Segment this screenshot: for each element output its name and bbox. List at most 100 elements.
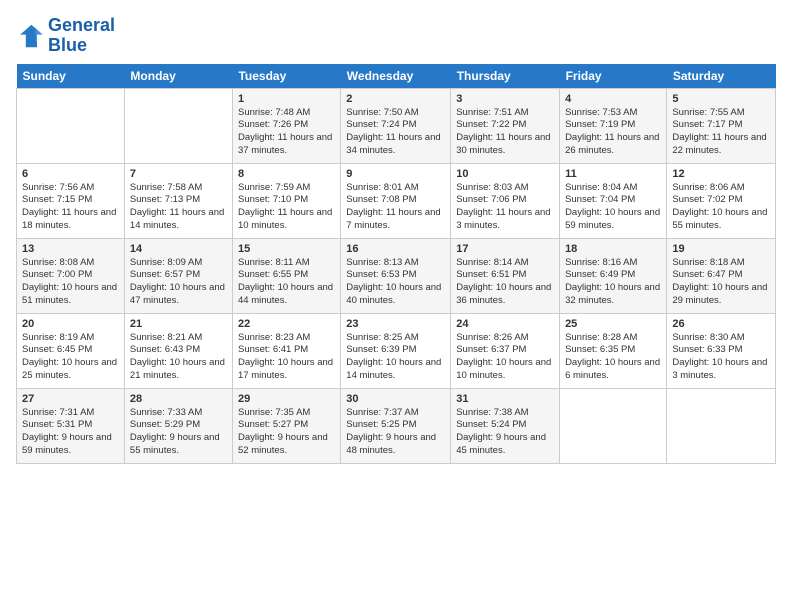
calendar-cell: 22 Sunrise: 8:23 AM Sunset: 6:41 PM Dayli… [232, 313, 340, 388]
calendar-cell: 7Sunrise: 7:58 AM Sunset: 7:13 PM Daylig… [124, 163, 232, 238]
calendar-cell: 20 Sunrise: 8:19 AM Sunset: 6:45 PM Dayli… [17, 313, 125, 388]
day-number: 30 [346, 393, 445, 405]
calendar-cell: 15 Sunrise: 8:11 AM Sunset: 6:55 PM Dayli… [232, 238, 340, 313]
calendar-cell: 23 Sunrise: 8:25 AM Sunset: 6:39 PM Dayli… [341, 313, 451, 388]
day-info: Sunrise: 7:48 AM Sunset: 7:26 PM Dayligh… [238, 107, 335, 158]
day-info: Sunrise: 8:14 AM Sunset: 6:51 PM Dayligh… [456, 257, 554, 308]
calendar-cell [124, 88, 232, 163]
calendar-table: SundayMondayTuesdayWednesdayThursdayFrid… [16, 64, 776, 464]
day-info: Sunrise: 8:19 AM Sunset: 6:45 PM Dayligh… [22, 332, 119, 383]
calendar-cell: 26 Sunrise: 8:30 AM Sunset: 6:33 PM Dayli… [667, 313, 776, 388]
day-info: Sunrise: 7:56 AM Sunset: 7:15 PM Dayligh… [22, 182, 119, 233]
day-number: 11 [565, 168, 661, 180]
calendar-cell: 11 Sunrise: 8:04 AM Sunset: 7:04 PM Dayli… [560, 163, 667, 238]
day-info: Sunrise: 8:03 AM Sunset: 7:06 PM Dayligh… [456, 182, 554, 233]
logo-icon [16, 22, 44, 50]
week-row-4: 20 Sunrise: 8:19 AM Sunset: 6:45 PM Dayli… [17, 313, 776, 388]
day-number: 15 [238, 243, 335, 255]
logo: General Blue [16, 16, 115, 56]
day-info: Sunrise: 8:11 AM Sunset: 6:55 PM Dayligh… [238, 257, 335, 308]
day-info: Sunrise: 7:53 AM Sunset: 7:19 PM Dayligh… [565, 107, 661, 158]
calendar-cell: 6 Sunrise: 7:56 AM Sunset: 7:15 PM Daylig… [17, 163, 125, 238]
calendar-cell: 10 Sunrise: 8:03 AM Sunset: 7:06 PM Dayli… [451, 163, 560, 238]
day-number: 18 [565, 243, 661, 255]
day-info: Sunrise: 8:28 AM Sunset: 6:35 PM Dayligh… [565, 332, 661, 383]
day-number: 25 [565, 318, 661, 330]
calendar-cell: 2Sunrise: 7:50 AM Sunset: 7:24 PM Daylig… [341, 88, 451, 163]
day-info: Sunrise: 7:58 AM Sunset: 7:13 PM Dayligh… [130, 182, 227, 233]
day-info: Sunrise: 7:50 AM Sunset: 7:24 PM Dayligh… [346, 107, 445, 158]
calendar-cell [667, 388, 776, 463]
day-number: 9 [346, 168, 445, 180]
day-info: Sunrise: 8:16 AM Sunset: 6:49 PM Dayligh… [565, 257, 661, 308]
calendar-cell: 3 Sunrise: 7:51 AM Sunset: 7:22 PM Daylig… [451, 88, 560, 163]
day-number: 29 [238, 393, 335, 405]
day-number: 28 [130, 393, 227, 405]
day-info: Sunrise: 8:06 AM Sunset: 7:02 PM Dayligh… [672, 182, 770, 233]
calendar-cell: 16 Sunrise: 8:13 AM Sunset: 6:53 PM Dayli… [341, 238, 451, 313]
day-number: 6 [22, 168, 119, 180]
day-info: Sunrise: 8:09 AM Sunset: 6:57 PM Dayligh… [130, 257, 227, 308]
week-row-2: 6 Sunrise: 7:56 AM Sunset: 7:15 PM Daylig… [17, 163, 776, 238]
day-info: Sunrise: 8:25 AM Sunset: 6:39 PM Dayligh… [346, 332, 445, 383]
day-info: Sunrise: 8:04 AM Sunset: 7:04 PM Dayligh… [565, 182, 661, 233]
day-header-sunday: Sunday [17, 64, 125, 89]
page-header: General Blue [16, 16, 776, 56]
day-number: 13 [22, 243, 119, 255]
day-header-wednesday: Wednesday [341, 64, 451, 89]
day-info: Sunrise: 7:51 AM Sunset: 7:22 PM Dayligh… [456, 107, 554, 158]
calendar-cell: 24 Sunrise: 8:26 AM Sunset: 6:37 PM Dayli… [451, 313, 560, 388]
calendar-cell: 17Sunrise: 8:14 AM Sunset: 6:51 PM Dayli… [451, 238, 560, 313]
day-header-tuesday: Tuesday [232, 64, 340, 89]
day-header-saturday: Saturday [667, 64, 776, 89]
day-number: 21 [130, 318, 227, 330]
day-info: Sunrise: 8:08 AM Sunset: 7:00 PM Dayligh… [22, 257, 119, 308]
day-number: 23 [346, 318, 445, 330]
day-info: Sunrise: 7:59 AM Sunset: 7:10 PM Dayligh… [238, 182, 335, 233]
day-info: Sunrise: 7:38 AM Sunset: 5:24 PM Dayligh… [456, 407, 554, 458]
day-number: 8 [238, 168, 335, 180]
day-number: 22 [238, 318, 335, 330]
day-info: Sunrise: 8:26 AM Sunset: 6:37 PM Dayligh… [456, 332, 554, 383]
calendar-cell: 8 Sunrise: 7:59 AM Sunset: 7:10 PM Daylig… [232, 163, 340, 238]
day-number: 20 [22, 318, 119, 330]
calendar-cell: 25 Sunrise: 8:28 AM Sunset: 6:35 PM Dayli… [560, 313, 667, 388]
day-info: Sunrise: 8:23 AM Sunset: 6:41 PM Dayligh… [238, 332, 335, 383]
day-number: 3 [456, 93, 554, 105]
calendar-cell: 5 Sunrise: 7:55 AM Sunset: 7:17 PM Daylig… [667, 88, 776, 163]
day-number: 16 [346, 243, 445, 255]
calendar-cell: 14 Sunrise: 8:09 AM Sunset: 6:57 PM Dayli… [124, 238, 232, 313]
calendar-cell: 4 Sunrise: 7:53 AM Sunset: 7:19 PM Daylig… [560, 88, 667, 163]
day-header-monday: Monday [124, 64, 232, 89]
calendar-cell: 21Sunrise: 8:21 AM Sunset: 6:43 PM Dayli… [124, 313, 232, 388]
day-info: Sunrise: 7:35 AM Sunset: 5:27 PM Dayligh… [238, 407, 335, 458]
day-header-thursday: Thursday [451, 64, 560, 89]
calendar-cell: 9Sunrise: 8:01 AM Sunset: 7:08 PM Daylig… [341, 163, 451, 238]
header-row: SundayMondayTuesdayWednesdayThursdayFrid… [17, 64, 776, 89]
calendar-cell [17, 88, 125, 163]
day-number: 19 [672, 243, 770, 255]
day-number: 5 [672, 93, 770, 105]
day-number: 31 [456, 393, 554, 405]
day-info: Sunrise: 7:33 AM Sunset: 5:29 PM Dayligh… [130, 407, 227, 458]
day-number: 4 [565, 93, 661, 105]
day-info: Sunrise: 8:18 AM Sunset: 6:47 PM Dayligh… [672, 257, 770, 308]
calendar-cell: 27Sunrise: 7:31 AM Sunset: 5:31 PM Dayli… [17, 388, 125, 463]
calendar-cell: 13 Sunrise: 8:08 AM Sunset: 7:00 PM Dayli… [17, 238, 125, 313]
day-number: 14 [130, 243, 227, 255]
calendar-cell: 1Sunrise: 7:48 AM Sunset: 7:26 PM Daylig… [232, 88, 340, 163]
day-number: 12 [672, 168, 770, 180]
week-row-1: 1Sunrise: 7:48 AM Sunset: 7:26 PM Daylig… [17, 88, 776, 163]
day-info: Sunrise: 7:55 AM Sunset: 7:17 PM Dayligh… [672, 107, 770, 158]
day-info: Sunrise: 8:13 AM Sunset: 6:53 PM Dayligh… [346, 257, 445, 308]
day-number: 10 [456, 168, 554, 180]
logo-text: General Blue [48, 16, 115, 56]
day-number: 26 [672, 318, 770, 330]
day-number: 24 [456, 318, 554, 330]
week-row-3: 13 Sunrise: 8:08 AM Sunset: 7:00 PM Dayli… [17, 238, 776, 313]
calendar-cell: 30Sunrise: 7:37 AM Sunset: 5:25 PM Dayli… [341, 388, 451, 463]
week-row-5: 27Sunrise: 7:31 AM Sunset: 5:31 PM Dayli… [17, 388, 776, 463]
calendar-cell [560, 388, 667, 463]
calendar-cell: 28 Sunrise: 7:33 AM Sunset: 5:29 PM Dayli… [124, 388, 232, 463]
day-info: Sunrise: 8:30 AM Sunset: 6:33 PM Dayligh… [672, 332, 770, 383]
